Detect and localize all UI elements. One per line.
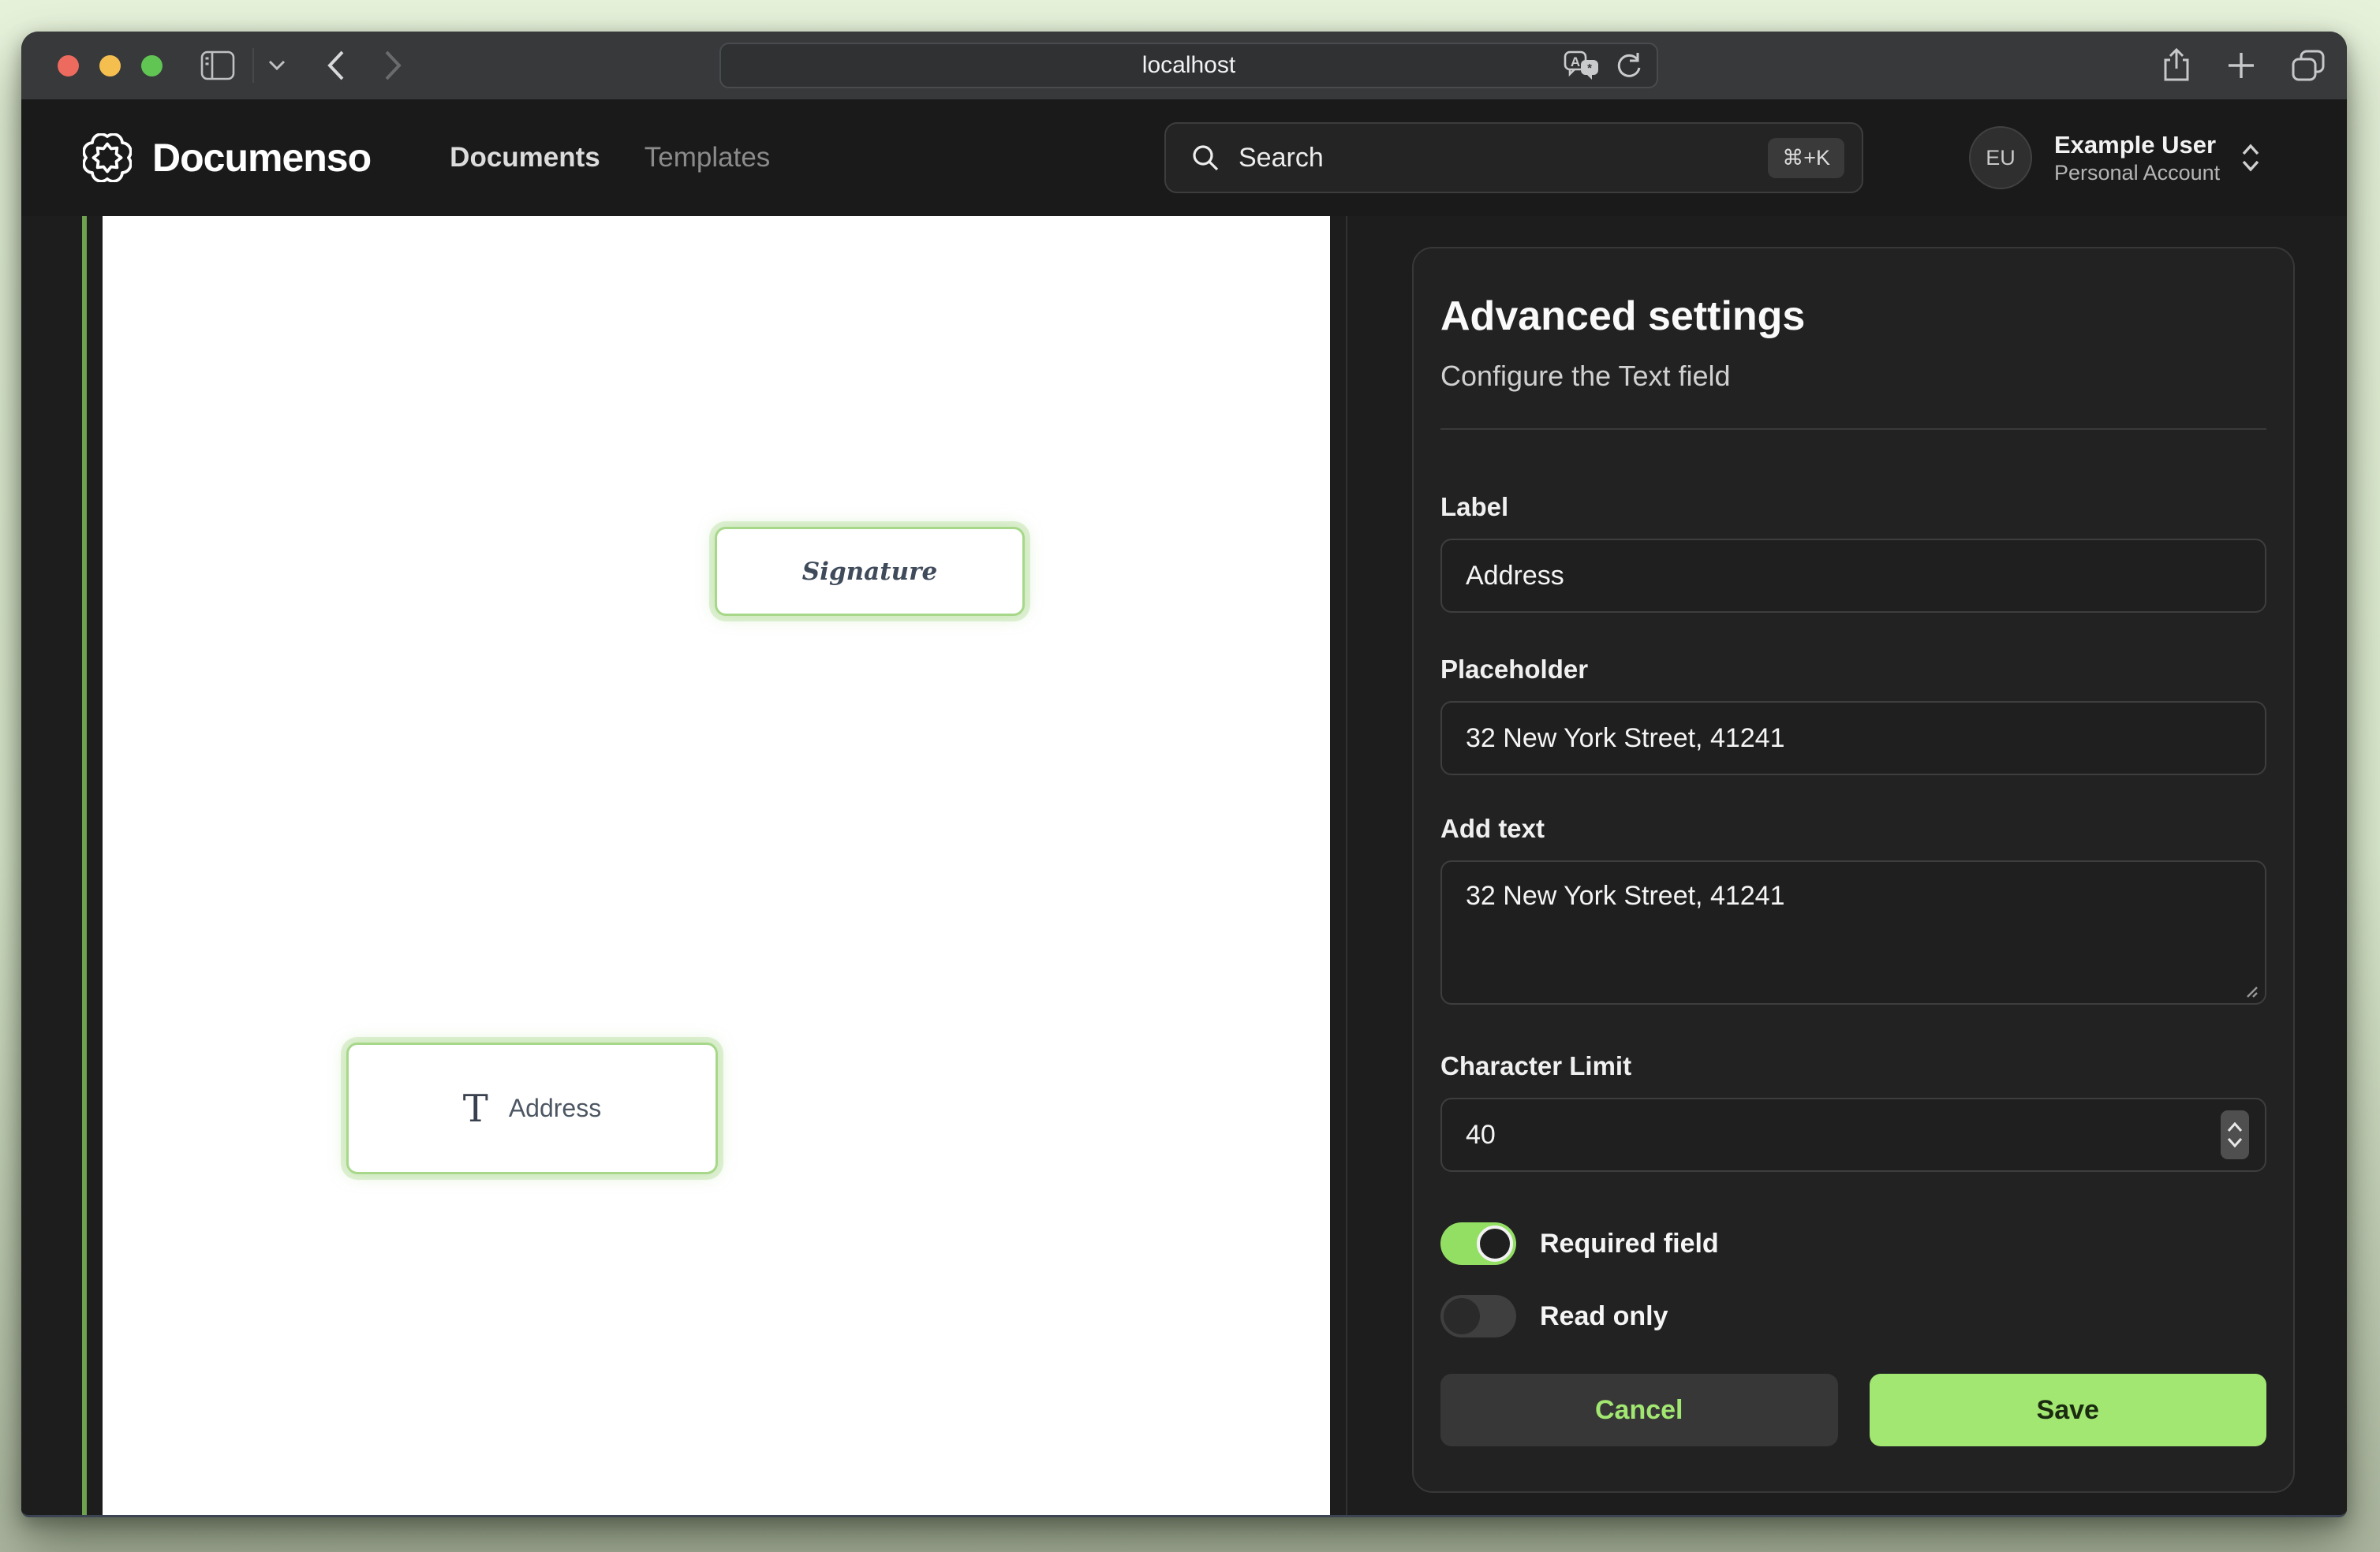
back-button[interactable] xyxy=(327,50,346,81)
traffic-lights xyxy=(58,55,163,76)
zoom-window-button[interactable] xyxy=(141,55,163,76)
required-field-label: Required field xyxy=(1540,1229,1719,1259)
signature-field-label: Signature xyxy=(802,558,937,586)
chevron-up-down-icon xyxy=(2240,143,2261,173)
signature-field[interactable]: Signature xyxy=(715,527,1025,616)
read-only-label: Read only xyxy=(1540,1301,1668,1332)
text-field-icon: T xyxy=(463,1090,488,1128)
number-stepper[interactable] xyxy=(2221,1110,2249,1159)
browser-toolbar: localhost A * xyxy=(21,32,2347,99)
label-input[interactable]: Address xyxy=(1440,539,2266,613)
search-shortcut-badge: ⌘+K xyxy=(1768,138,1844,178)
nav-documents[interactable]: Documents xyxy=(450,142,600,173)
search-placeholder: Search xyxy=(1239,143,1768,173)
panel-divider xyxy=(1440,428,2266,430)
document-page: Signature T Address xyxy=(103,216,1330,1515)
character-limit-heading: Character Limit xyxy=(1440,1050,2266,1082)
placeholder-input[interactable]: 32 New York Street, 41241 xyxy=(1440,701,2266,775)
add-text-heading: Add text xyxy=(1440,813,2266,845)
cancel-button[interactable]: Cancel xyxy=(1440,1374,1838,1446)
chevron-down-icon[interactable] xyxy=(268,60,286,71)
documenso-logo-icon xyxy=(83,133,132,182)
content-divider xyxy=(1346,216,1347,1515)
active-page-indicator xyxy=(82,216,87,1515)
search-icon xyxy=(1191,144,1220,172)
character-limit-value: 40 xyxy=(1466,1120,1496,1151)
content-area: Signature T Address Advanced settings Co… xyxy=(21,216,2347,1515)
tab-overview-icon[interactable] xyxy=(2292,50,2325,81)
add-text-value: 32 New York Street, 41241 xyxy=(1466,881,1785,912)
app-header: Documenso Documents Templates Search ⌘+K… xyxy=(21,99,2347,216)
new-tab-icon[interactable] xyxy=(2227,51,2255,80)
panel-subtitle: Configure the Text field xyxy=(1440,359,2266,394)
brand-name: Documenso xyxy=(152,135,371,181)
placeholder-heading: Placeholder xyxy=(1440,654,2266,685)
svg-text:A: A xyxy=(1571,54,1580,69)
avatar: EU xyxy=(1969,126,2032,189)
toggle-knob xyxy=(1477,1226,1513,1262)
address-field-label: Address xyxy=(509,1094,601,1123)
user-name: Example User xyxy=(2054,130,2220,160)
nav-templates[interactable]: Templates xyxy=(645,142,771,173)
address-text-field[interactable]: T Address xyxy=(346,1043,718,1174)
user-account-type: Personal Account xyxy=(2054,160,2220,186)
add-text-textarea[interactable]: 32 New York Street, 41241 xyxy=(1440,860,2266,1005)
share-icon[interactable] xyxy=(2162,48,2191,83)
account-menu[interactable]: EU Example User Personal Account xyxy=(1969,99,2261,216)
read-only-toggle[interactable] xyxy=(1440,1295,1516,1337)
required-field-toggle[interactable] xyxy=(1440,1222,1516,1265)
advanced-settings-panel: Advanced settings Configure the Text fie… xyxy=(1412,247,2295,1493)
toggle-knob xyxy=(1444,1298,1480,1334)
translate-icon[interactable]: A * xyxy=(1564,50,1600,81)
sidebar-toggle-icon[interactable] xyxy=(200,50,235,80)
main-nav: Documents Templates xyxy=(450,142,770,173)
panel-title: Advanced settings xyxy=(1440,293,2266,340)
resize-handle[interactable] xyxy=(2240,979,2259,998)
minimize-window-button[interactable] xyxy=(99,55,121,76)
label-heading: Label xyxy=(1440,491,2266,523)
url-text: localhost xyxy=(1142,52,1235,79)
svg-text:*: * xyxy=(1587,62,1592,75)
forward-button[interactable] xyxy=(383,50,402,81)
brand[interactable]: Documenso xyxy=(83,133,371,182)
search-input[interactable]: Search ⌘+K xyxy=(1164,122,1863,193)
toolbar-divider xyxy=(252,48,254,83)
close-window-button[interactable] xyxy=(58,55,79,76)
character-limit-input[interactable]: 40 xyxy=(1440,1098,2266,1172)
save-button[interactable]: Save xyxy=(1870,1374,2267,1446)
address-bar[interactable]: localhost A * xyxy=(719,43,1658,88)
reload-icon[interactable] xyxy=(1614,50,1644,81)
browser-window: localhost A * xyxy=(21,32,2347,1517)
